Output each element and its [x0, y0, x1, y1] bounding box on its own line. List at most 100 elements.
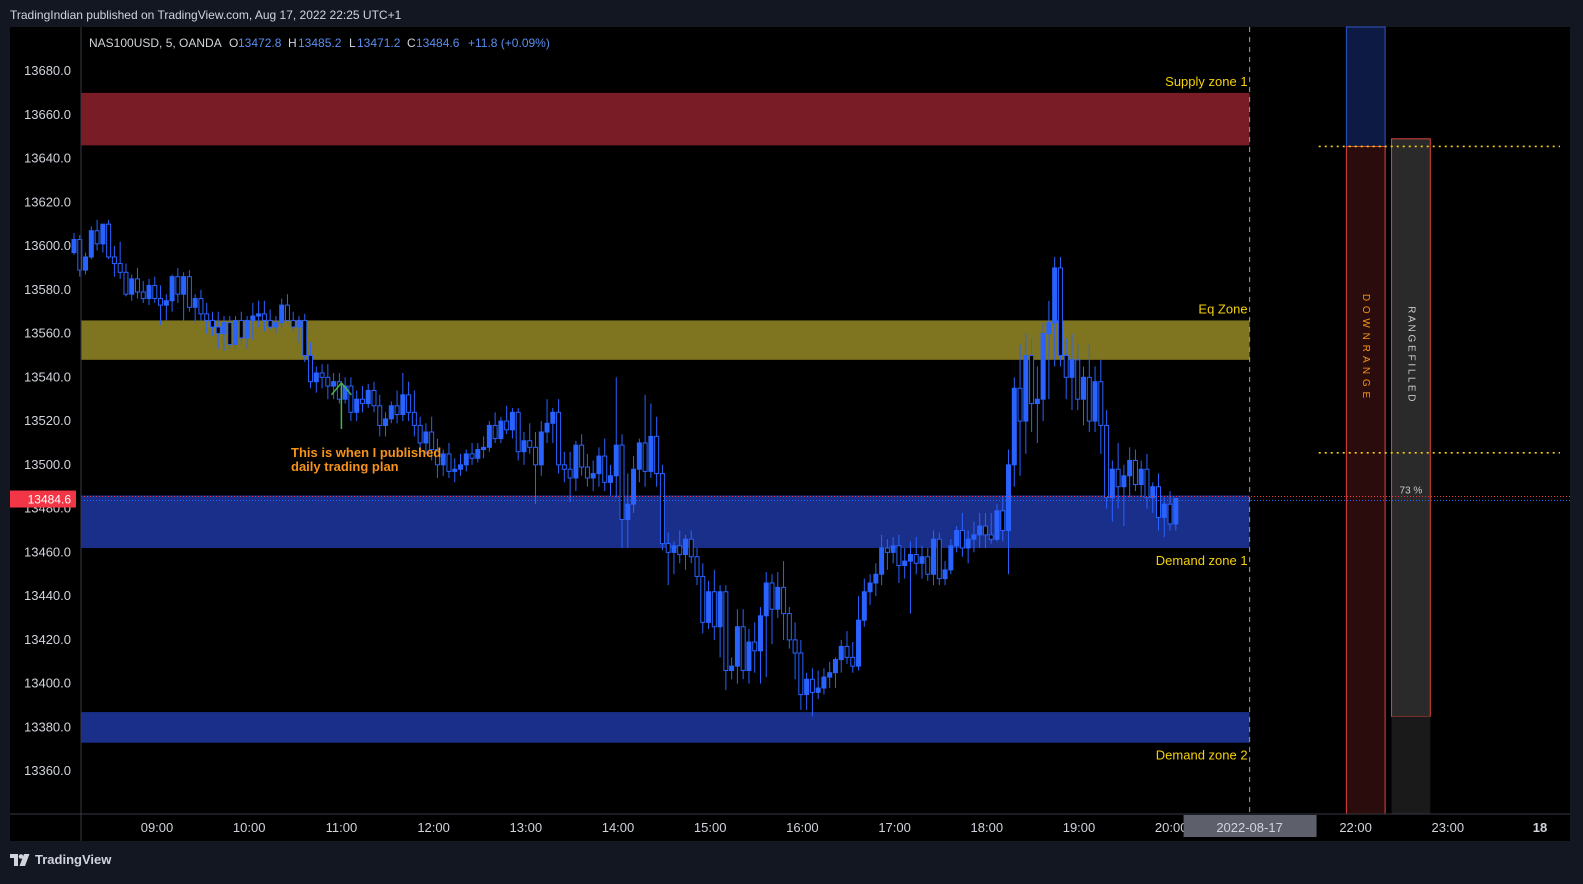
candle-body [861, 591, 867, 621]
price-chart[interactable]: Supply zone 1 Eq Zone Demand zone 1 Demand … [0, 0, 1583, 884]
legend-high-label: H [288, 36, 297, 50]
candle-body [440, 453, 446, 466]
zone-rect[interactable] [81, 92, 1250, 146]
tradingview-logo[interactable]: TradingView [10, 852, 111, 867]
range-filled-box[interactable] [1391, 138, 1431, 717]
candle-body [446, 453, 452, 472]
candle-body [1011, 387, 1017, 466]
candle-body [671, 545, 677, 553]
candle-body [308, 354, 314, 383]
candle-body [1150, 486, 1156, 499]
candle-body [117, 263, 123, 273]
candle-body [106, 223, 112, 258]
candle-body [579, 444, 585, 468]
candle-body [325, 376, 331, 387]
candle-body [129, 278, 135, 295]
candle-body [1081, 376, 1087, 400]
candle-body [1052, 267, 1058, 324]
candle-body [815, 687, 821, 693]
candle-body [383, 418, 389, 426]
candle-body [821, 676, 827, 689]
candle [302, 313, 308, 363]
candle [186, 270, 192, 312]
candle-body [838, 645, 844, 661]
candle-body [873, 573, 879, 584]
candle-body [233, 319, 239, 346]
down-range-label: D O W N R A N G E [1360, 294, 1371, 399]
candle-body [417, 424, 423, 444]
candle-body [740, 626, 746, 672]
candle-body [1069, 359, 1075, 378]
y-tick-label: 13420.0 [24, 632, 71, 647]
candle-body [682, 538, 688, 556]
candle-body [221, 322, 227, 335]
y-tick-label: 13440.0 [24, 588, 71, 603]
zone-label: Supply zone 1 [1165, 74, 1247, 89]
candle-body [533, 446, 539, 466]
down-range-box[interactable] [1345, 145, 1386, 815]
legend-symbol: NAS100USD, 5, OANDA [89, 36, 222, 50]
candle-body [267, 319, 273, 328]
candle-body [1000, 510, 1006, 531]
candle-body [186, 276, 192, 308]
candle-body [1138, 468, 1144, 486]
zone-rect[interactable] [81, 495, 1250, 548]
candle-body [354, 398, 360, 413]
legend-change: +11.8 (+0.09%) [468, 36, 550, 50]
candle-body [1161, 503, 1167, 518]
candle-body [244, 319, 250, 339]
candle-body [215, 326, 221, 335]
candle-body [665, 543, 671, 553]
candle-body [238, 319, 244, 339]
y-tick-label: 13660.0 [24, 107, 71, 122]
candle-body [88, 230, 94, 258]
candle-body [1109, 468, 1115, 499]
candle-body [100, 223, 106, 245]
candle-body [925, 556, 931, 575]
candle-body [394, 405, 400, 416]
candle-body [181, 276, 187, 295]
tradingview-brand-text: TradingView [35, 852, 112, 867]
candle-body [677, 545, 683, 556]
candle-body [694, 556, 700, 577]
candle-body [452, 468, 458, 472]
candle-body [250, 315, 256, 321]
candle-body [919, 556, 925, 564]
candle-body [377, 405, 383, 426]
y-tick-label: 13560.0 [24, 326, 71, 341]
candle-body [832, 659, 838, 674]
candle-body [798, 652, 804, 696]
x-tick-label: 15:00 [694, 820, 727, 835]
candle-body [619, 444, 625, 521]
candle-body [406, 394, 412, 413]
zone-rect[interactable] [81, 320, 1250, 360]
candle-body [734, 626, 740, 667]
candle-body [411, 411, 417, 426]
candle-body [515, 411, 521, 453]
legend-close-value: 13484.6 [416, 36, 460, 50]
candle-body [648, 435, 654, 472]
candle-body [169, 276, 175, 302]
candle [233, 316, 239, 349]
candle-body [786, 613, 792, 641]
candle-body [942, 569, 948, 580]
candle-body [584, 466, 590, 479]
x-tick-label: 18 [1533, 820, 1547, 835]
candle-body [504, 420, 510, 431]
candle-body [83, 256, 89, 271]
candle-body [1075, 359, 1081, 400]
candle-body [752, 641, 758, 652]
y-tick-label: 13580.0 [24, 282, 71, 297]
zone-rect[interactable] [81, 712, 1250, 743]
candle [498, 416, 504, 443]
legend-open-value: 13472.8 [238, 36, 282, 50]
candle-body [556, 411, 562, 466]
candle-body [902, 560, 908, 566]
candle-body [371, 389, 377, 407]
candle-body [602, 455, 608, 483]
candle-body [527, 440, 533, 448]
candle-body [1086, 376, 1092, 422]
candle-body [284, 304, 290, 321]
published-header: TradingIndian published on TradingView.c… [10, 8, 402, 22]
range-filled-remaining [1391, 716, 1431, 814]
